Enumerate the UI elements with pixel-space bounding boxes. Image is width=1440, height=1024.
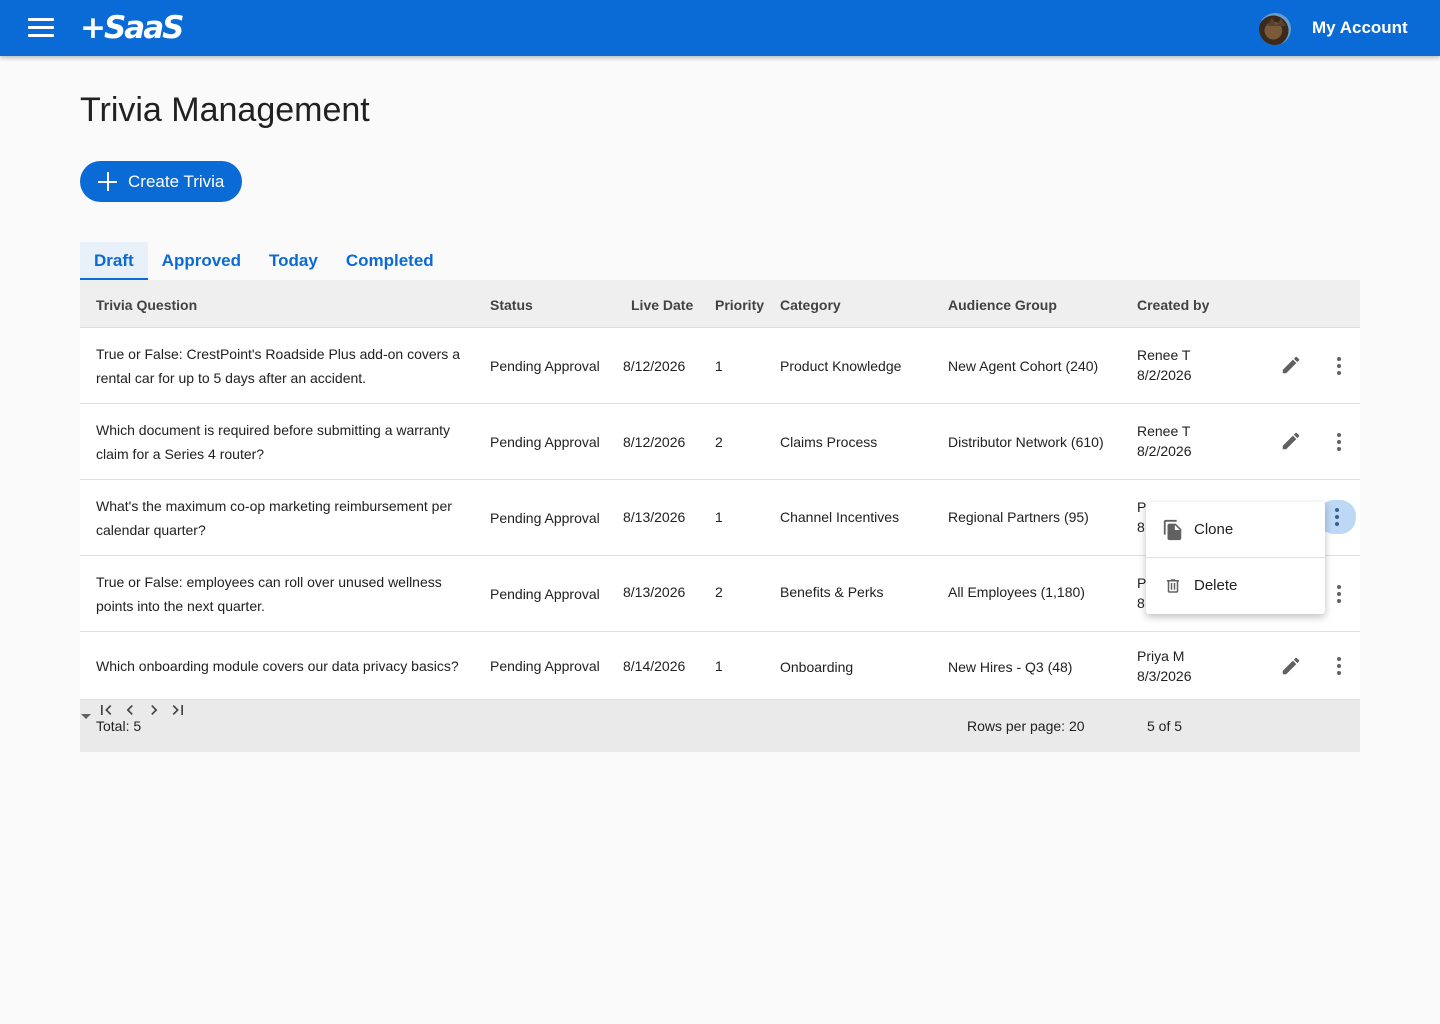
created-by-name: Renee T — [1137, 423, 1191, 439]
created-by-date: 8 — [1137, 519, 1145, 535]
live-date-cell: 8/14/2026 — [623, 658, 686, 674]
more-options-icon[interactable] — [1323, 650, 1355, 682]
live-date-cell: 8/13/2026 — [623, 584, 686, 600]
plus-icon — [98, 172, 117, 191]
column-header-live-date[interactable]: Live Date — [631, 297, 693, 313]
status-cell: Pending Approval — [490, 510, 600, 526]
delete-label: Delete — [1194, 577, 1238, 594]
table-row[interactable]: Which onboarding module covers our data … — [80, 632, 1360, 700]
category-cell: Product Knowledge — [780, 358, 902, 374]
column-header-status[interactable]: Status — [490, 297, 533, 313]
table-footer: Total: 5 Rows per page: 20 5 of 5 — [80, 700, 1360, 752]
edit-pencil-icon[interactable] — [1280, 430, 1302, 452]
audience-cell: All Employees (1,180) — [948, 584, 1085, 600]
delete-menu-item[interactable]: Delete — [1146, 558, 1325, 614]
create-trivia-button[interactable]: Create Trivia — [80, 161, 242, 202]
status-cell: Pending Approval — [490, 586, 600, 602]
edit-pencil-icon[interactable] — [1280, 354, 1302, 376]
tab-approved[interactable]: Approved — [148, 242, 255, 280]
more-options-icon[interactable] — [1323, 578, 1355, 610]
tab-draft[interactable]: Draft — [80, 242, 148, 280]
page-info: 5 of 5 — [1147, 718, 1183, 734]
priority-cell: 1 — [715, 658, 723, 674]
status-cell: Pending Approval — [490, 358, 600, 374]
live-date-cell: 8/12/2026 — [623, 434, 686, 450]
priority-cell: 1 — [715, 509, 723, 525]
status-tabs: Draft Approved Today Completed — [80, 242, 448, 280]
table-header: Trivia Question Status Live Date Priorit… — [80, 280, 1360, 328]
category-cell: Claims Process — [780, 434, 878, 450]
question-cell: True or False: CrestPoint's Roadside Plu… — [96, 346, 460, 386]
my-account-link[interactable]: My Account — [1312, 18, 1408, 38]
created-by-date: 8/2/2026 — [1137, 443, 1192, 459]
more-options-icon[interactable] — [1323, 350, 1355, 382]
total-count: Total: 5 — [96, 718, 142, 734]
created-by-name: Renee T — [1137, 347, 1191, 363]
more-options-icon[interactable] — [1323, 426, 1355, 458]
question-cell: Which document is required before submit… — [96, 422, 451, 462]
priority-cell: 1 — [715, 358, 723, 374]
clone-label: Clone — [1194, 521, 1234, 538]
column-header-priority[interactable]: Priority — [715, 297, 764, 313]
priority-cell: 2 — [715, 584, 723, 600]
column-header-category[interactable]: Category — [780, 297, 841, 313]
caret-down-icon[interactable] — [80, 712, 92, 720]
column-header-audience[interactable]: Audience Group — [948, 297, 1057, 313]
table-row[interactable]: Which document is required before submit… — [80, 404, 1360, 480]
table-row[interactable]: True or False: CrestPoint's Roadside Plu… — [80, 328, 1360, 404]
tab-today[interactable]: Today — [255, 242, 332, 280]
created-by-name: Priya M — [1137, 648, 1185, 664]
audience-cell: Regional Partners (95) — [948, 509, 1089, 525]
rows-per-page-select[interactable]: Rows per page: 20 — [967, 718, 1085, 734]
edit-pencil-icon[interactable] — [1280, 655, 1302, 677]
last-page-icon[interactable] — [168, 700, 188, 720]
previous-page-icon[interactable] — [120, 700, 140, 720]
audience-cell: New Hires - Q3 (48) — [948, 659, 1073, 675]
audience-cell: New Agent Cohort (240) — [948, 358, 1099, 374]
next-page-icon[interactable] — [144, 700, 164, 720]
created-by-date: 8 — [1137, 595, 1145, 611]
live-date-cell: 8/13/2026 — [623, 509, 686, 525]
status-cell: Pending Approval — [490, 434, 600, 450]
app-bar: +SaaS My Account — [0, 0, 1440, 56]
user-avatar[interactable] — [1259, 13, 1291, 45]
create-trivia-label: Create Trivia — [128, 172, 225, 191]
tab-completed[interactable]: Completed — [332, 242, 448, 280]
category-cell: Benefits & Perks — [780, 584, 884, 600]
column-header-question[interactable]: Trivia Question — [96, 297, 197, 313]
first-page-icon[interactable] — [96, 700, 116, 720]
copy-icon — [1163, 519, 1182, 541]
category-cell: Onboarding — [780, 659, 854, 675]
created-by-date: 8/3/2026 — [1137, 668, 1192, 684]
created-by-name: P — [1137, 575, 1147, 591]
question-cell: What's the maximum co-op marketing reimb… — [96, 498, 452, 538]
app-logo[interactable]: +SaaS — [80, 9, 184, 47]
category-cell: Channel Incentives — [780, 509, 900, 525]
question-cell: True or False: employees can roll over u… — [96, 574, 442, 614]
live-date-cell: 8/12/2026 — [623, 358, 686, 374]
column-header-created-by[interactable]: Created by — [1137, 297, 1209, 313]
priority-cell: 2 — [715, 434, 723, 450]
trash-icon — [1167, 579, 1179, 593]
question-cell: Which onboarding module covers our data … — [96, 658, 459, 674]
row-actions-menu: Clone Delete — [1146, 502, 1325, 614]
clone-menu-item[interactable]: Clone — [1146, 502, 1325, 558]
status-cell: Pending Approval — [490, 658, 600, 674]
audience-cell: Distributor Network (610) — [948, 434, 1104, 450]
page-title: Trivia Management — [80, 91, 370, 129]
hamburger-menu-icon[interactable] — [28, 16, 54, 38]
created-by-name: P — [1137, 499, 1147, 515]
created-by-date: 8/2/2026 — [1137, 367, 1192, 383]
